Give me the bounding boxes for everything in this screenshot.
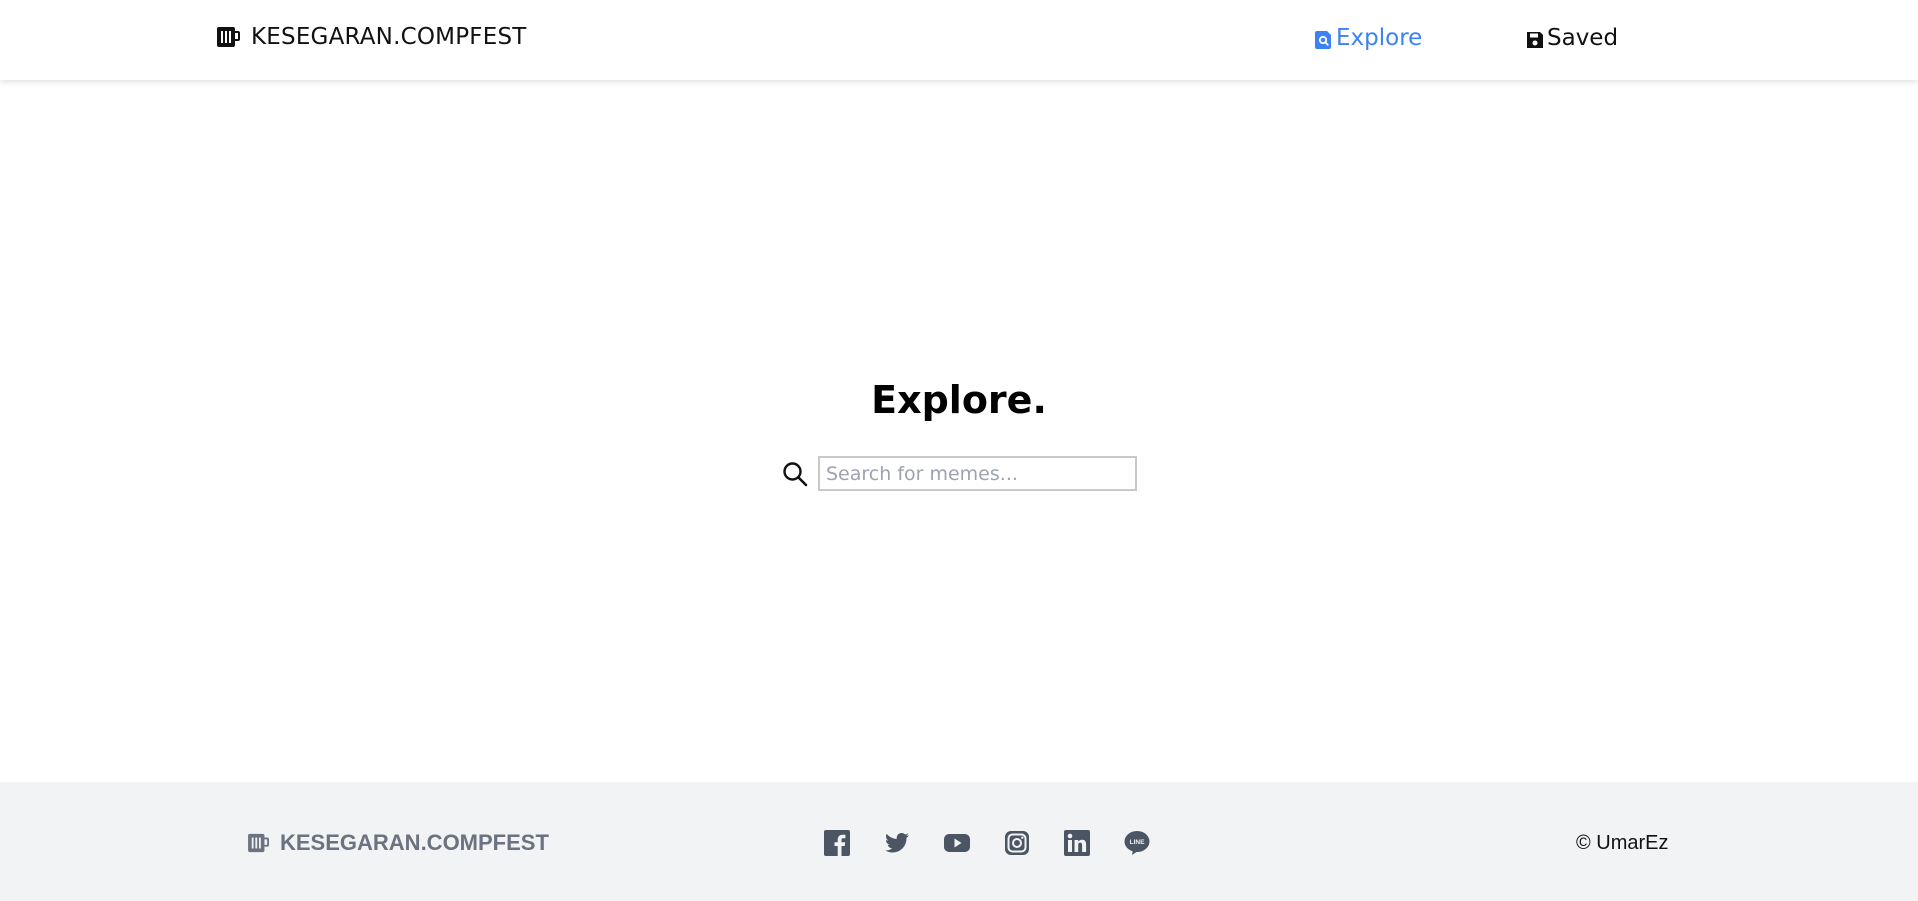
footer-brand: KESEGARAN.COMPFEST [248,830,549,856]
search-file-icon [1315,29,1333,49]
main-content: Explore. [0,80,1918,782]
page-title: Explore. [871,378,1047,422]
social-links: LINE [824,830,1150,856]
nav-explore-label: Explore [1336,25,1423,51]
nav-saved-label: Saved [1547,25,1619,51]
brand-name: KESEGARAN.COMPFEST [251,24,527,50]
footer-brand-name: KESEGARAN.COMPFEST [280,830,549,855]
top-navbar: KESEGARAN.COMPFEST Explore Saved [0,0,1918,80]
brand-link[interactable]: KESEGARAN.COMPFEST [217,24,527,50]
copyright-text: © UmarEz [1576,832,1669,854]
search-icon [782,461,808,487]
linkedin-icon[interactable] [1064,830,1090,856]
line-icon[interactable]: LINE [1124,830,1150,856]
twitter-icon[interactable] [884,830,910,856]
beer-mug-icon [248,833,270,853]
nav-saved[interactable]: Saved [1526,25,1618,51]
page: KESEGARAN.COMPFEST Explore Saved Explore… [0,0,1918,901]
search-bar [782,456,1137,491]
instagram-icon[interactable] [1004,830,1030,856]
nav-explore[interactable]: Explore [1315,25,1422,51]
svg-text:LINE: LINE [1130,839,1145,846]
facebook-icon[interactable] [824,830,850,856]
youtube-icon[interactable] [944,830,970,856]
beer-mug-icon [217,26,241,48]
footer: KESEGARAN.COMPFEST LINE © UmarEz [0,782,1918,901]
search-input[interactable] [818,456,1137,491]
floppy-disk-icon [1526,29,1544,48]
